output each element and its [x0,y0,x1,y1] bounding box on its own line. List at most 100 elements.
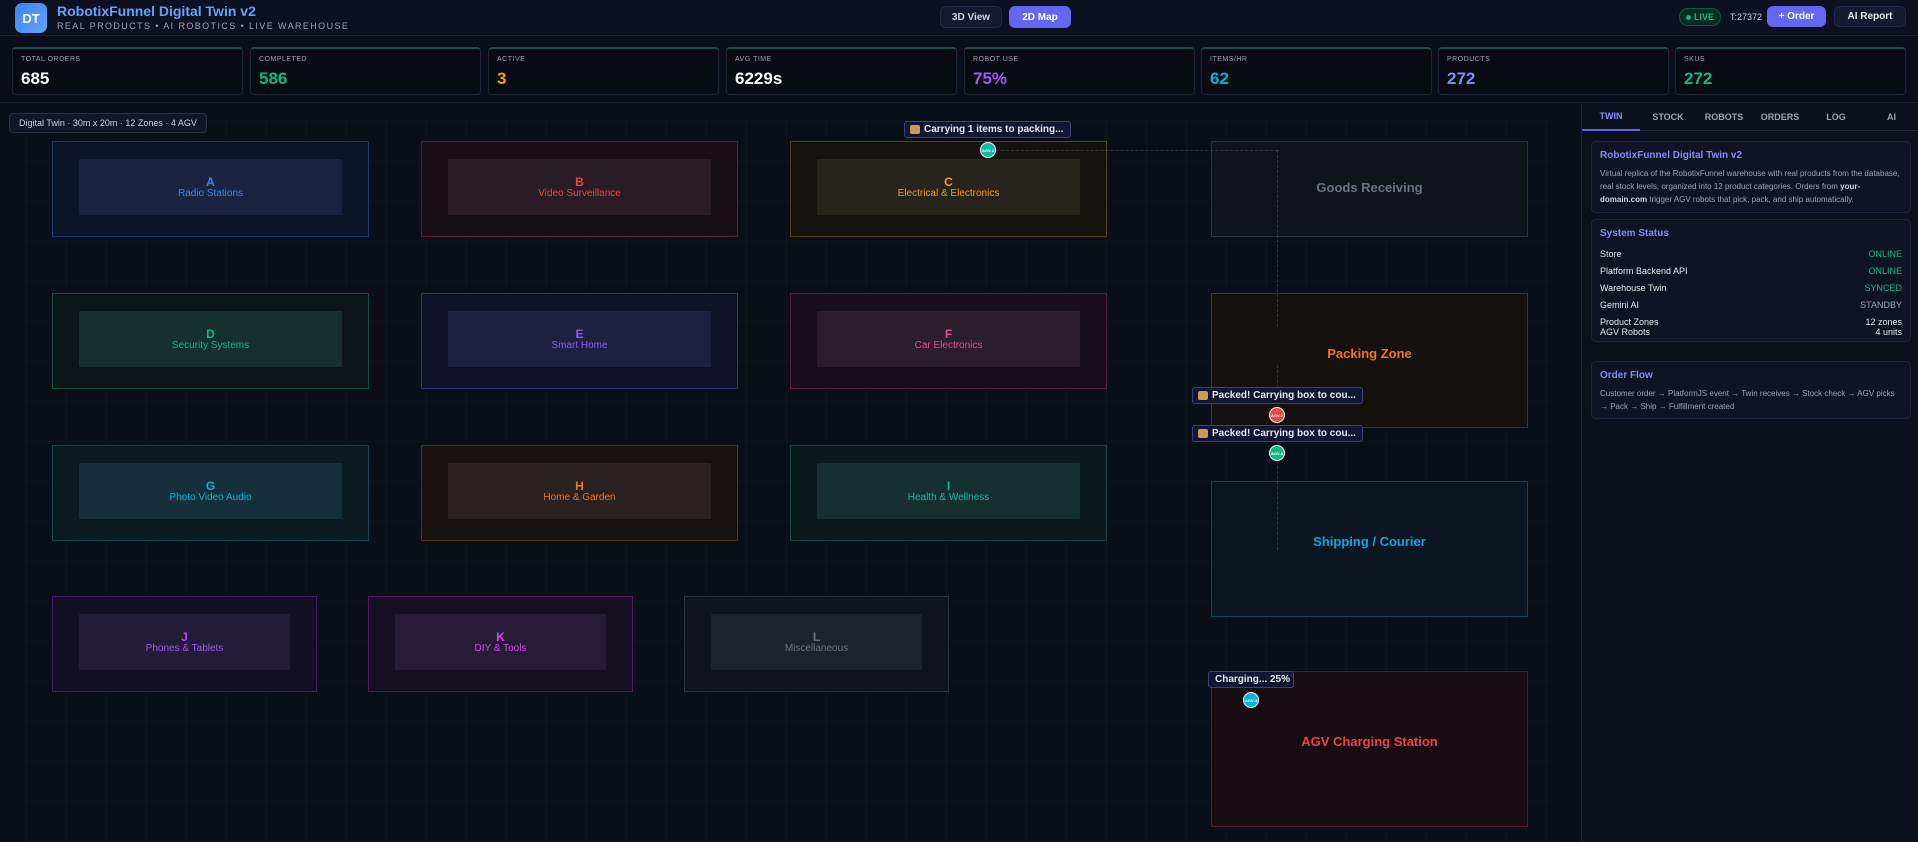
zone-name: Radio Stations [177,188,244,199]
zone-shipping[interactable]: Shipping / Courier [1211,481,1528,617]
robot-status-bubble: Charging... 25% [1208,671,1294,688]
live-badge: LIVE [1679,8,1721,26]
zone-goods-receiving[interactable]: Goods Receiving [1211,141,1528,237]
zone-name: Car Electronics [914,340,983,351]
tab-orders[interactable]: ORDERS [1752,103,1808,131]
bubble-text: Packed! Carrying box to cou... [1212,390,1356,401]
card-body: Customer order → PlatformJS event → Twin… [1600,389,1895,411]
agv-robot[interactable]: AGV-2 [1269,407,1285,423]
tab-log[interactable]: LOG [1808,103,1864,131]
twin-intro-card: RobotixFunnel Digital Twin v2 Virtual re… [1591,141,1911,213]
stat-active: ACTIVE 3 [488,47,719,95]
zone-g[interactable]: G Photo Video Audio [52,445,369,541]
zone-i[interactable]: I Health & Wellness [790,445,1107,541]
zone-letter: F [944,327,953,341]
stat-items-hr: ITEMS/HR 62 [1201,47,1432,95]
zone-letter: G [205,479,216,493]
card-title: Order Flow [1600,370,1653,381]
robot-path [996,150,1278,151]
3d-view-button[interactable]: 3D View [940,6,1002,28]
app-header: DT RobotixFunnel Digital Twin v2 REAL PR… [0,0,1918,36]
stat-label: PRODUCTS [1447,56,1491,63]
app-subtitle: REAL PRODUCTS • AI ROBOTICS • LIVE WAREH… [57,21,350,31]
zone-letter: I [946,479,951,493]
zone-packing[interactable]: Packing Zone [1211,293,1528,428]
stat-value: 586 [259,69,288,88]
bubble-text: Carrying 1 items to packing... [924,124,1064,135]
zone-letter: A [206,175,215,189]
app-logo: DT [15,3,47,33]
zone-agv-charging[interactable]: AGV Charging Station [1211,671,1528,827]
zone-name: Smart Home [551,340,608,351]
new-order-button[interactable]: + Order [1767,6,1826,27]
stat-total-orders: TOTAL ORDERS 685 [12,47,243,95]
stat-value: 3 [497,69,507,88]
status-row: Warehouse Twin SYNCED [1600,279,1902,296]
bubble-text: Packed! Carrying box to cou... [1212,428,1356,439]
order-flow-card: Order Flow Customer order → PlatformJS e… [1591,361,1911,419]
zone-k[interactable]: K DIY & Tools [368,596,633,692]
stat-label: ITEMS/HR [1210,56,1248,63]
zone-letter: L [812,630,821,644]
2d-map-button[interactable]: 2D Map [1009,6,1071,28]
stat-robot-use: ROBOT USE 75% [964,47,1195,95]
map-info-label: Digital Twin · 30m x 20m · 12 Zones · 4 … [9,113,207,133]
ai-report-button[interactable]: AI Report [1834,6,1906,27]
zone-name: Security Systems [171,340,250,351]
agv-robot[interactable]: AGV-4 [1243,692,1259,708]
status-row: Platform Backend API ONLINE [1600,262,1902,279]
card-body: Virtual replica of the RobotixFunnel war… [1600,167,1902,206]
special-zone-name: Shipping / Courier [1313,534,1426,549]
zone-name: Electrical & Electronics [897,188,1000,199]
side-tabs: TWIN STOCK ROBOTS ORDERS LOG AI [1582,103,1918,131]
stat-value: 6229s [735,69,783,88]
zone-name: Miscellaneous [784,643,849,654]
zone-name: Video Surveillance [538,188,621,199]
status-value: ONLINE [1868,265,1902,276]
tab-ai[interactable]: AI [1864,103,1918,131]
stat-avg-time: AVG TIME 6229s [726,47,957,95]
zone-letter: D [206,327,215,341]
warehouse-map[interactable]: Digital Twin · 30m x 20m · 12 Zones · 4 … [0,103,1581,842]
zone-j[interactable]: J Phones & Tablets [52,596,317,692]
tab-stock[interactable]: STOCK [1640,103,1696,131]
status-row: Store ONLINE [1600,245,1902,262]
status-value: SYNCED [1864,282,1902,293]
zone-name: Phones & Tablets [145,643,224,654]
package-icon [910,125,920,134]
stat-label: ROBOT USE [973,56,1019,63]
stat-label: COMPLETED [259,56,308,63]
status-value: ONLINE [1868,248,1902,259]
zone-e[interactable]: E Smart Home [421,293,738,389]
zone-a[interactable]: A Radio Stations [52,141,369,237]
robot-status-bubble: Packed! Carrying box to cou... [1192,387,1363,404]
package-icon [1198,429,1208,438]
zone-f[interactable]: F Car Electronics [790,293,1107,389]
zone-d[interactable]: D Security Systems [52,293,369,389]
zone-l[interactable]: L Miscellaneous [684,596,949,692]
zone-name: Home & Garden [543,492,616,503]
agv-robot[interactable]: AGV-1 [980,142,996,158]
zone-b[interactable]: B Video Surveillance [421,141,738,237]
zone-c[interactable]: C Electrical & Electronics [790,141,1107,237]
card-title: RobotixFunnel Digital Twin v2 [1600,150,1743,161]
status-key: Gemini AI [1600,299,1640,310]
intro-text: trigger AGV robots that pick, pack, and … [1647,195,1854,204]
status-row: Gemini AI STANDBY [1600,296,1902,313]
status-key: Store [1600,248,1622,259]
zone-letter: C [944,175,953,189]
stat-value: 272 [1684,69,1713,88]
tab-robots[interactable]: ROBOTS [1696,103,1752,131]
status-key: Warehouse Twin [1600,282,1667,293]
zone-h[interactable]: H Home & Garden [421,445,738,541]
robot-status-bubble: Carrying 1 items to packing... [904,121,1071,138]
zone-name: Photo Video Audio [169,492,252,503]
special-zone-name: Packing Zone [1327,346,1412,361]
stats-bar: TOTAL ORDERS 685 COMPLETED 586 ACTIVE 3 … [0,36,1918,103]
zone-name: DIY & Tools [474,643,527,654]
status-value: 4 units [1875,326,1902,337]
agv-robot[interactable]: AGV-3 [1269,445,1285,461]
tab-twin[interactable]: TWIN [1582,103,1640,131]
side-panel: TWIN STOCK ROBOTS ORDERS LOG AI RobotixF… [1581,103,1918,842]
stat-value: 685 [21,69,50,88]
